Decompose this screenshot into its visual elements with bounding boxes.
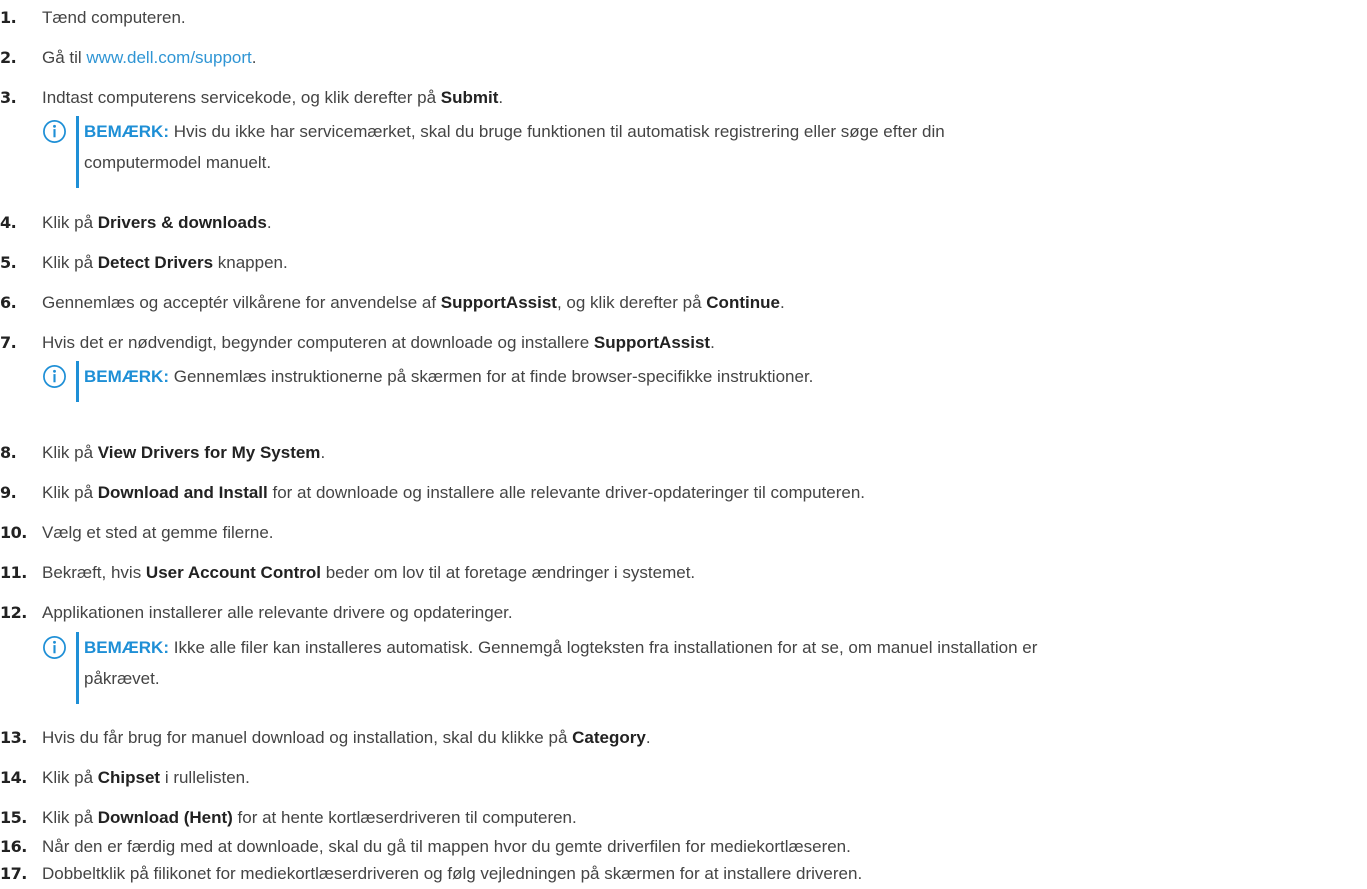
info-circle-icon xyxy=(43,120,66,143)
step-number: 12. xyxy=(0,603,27,622)
note-accent-bar xyxy=(76,632,79,704)
step-text: Klik på Detect Drivers knappen. xyxy=(42,253,288,272)
step-number: 15. xyxy=(0,808,27,827)
info-circle-icon xyxy=(43,365,66,388)
step-number: 3. xyxy=(0,88,17,107)
info-circle-icon xyxy=(43,636,66,659)
note-text: BEMÆRK: Hvis du ikke har servicemærket, … xyxy=(84,122,945,172)
step-number: 1. xyxy=(0,8,17,27)
step-text: Vælg et sted at gemme filerne. xyxy=(42,523,274,542)
step-number: 4. xyxy=(0,213,17,232)
support-link[interactable]: www.dell.com/support xyxy=(86,48,251,67)
note-label: BEMÆRK: xyxy=(84,638,169,657)
step-number: 7. xyxy=(0,333,17,352)
step-number: 6. xyxy=(0,293,17,312)
step-number: 11. xyxy=(0,563,27,582)
step-text: Hvis du får brug for manuel download og … xyxy=(42,728,651,747)
step-text: Gennemlæs og acceptér vilkårene for anve… xyxy=(42,293,785,312)
step-text: Tænd computeren. xyxy=(42,8,186,27)
step-text: Klik på Download (Hent) for at hente kor… xyxy=(42,808,577,827)
step-text: Bekræft, hvis User Account Control beder… xyxy=(42,563,696,582)
step-text: Applikationen installerer alle relevante… xyxy=(42,603,513,622)
step-number: 9. xyxy=(0,483,17,502)
note-label: BEMÆRK: xyxy=(84,122,169,141)
step-text: Klik på Drivers & downloads. xyxy=(42,213,272,232)
step-number: 16. xyxy=(0,837,27,856)
note-text: BEMÆRK: Ikke alle filer kan installeres … xyxy=(84,638,1038,688)
step-text: Hvis det er nødvendigt, begynder compute… xyxy=(42,333,715,352)
note-label: BEMÆRK: xyxy=(84,367,169,386)
step-text: Dobbeltklik på filikonet for mediekortlæ… xyxy=(42,864,863,883)
note-accent-bar xyxy=(76,361,79,402)
step-number: 17. xyxy=(0,864,27,883)
step-text: Indtast computerens servicekode, og klik… xyxy=(42,88,504,107)
step-text: Klik på Download and Install for at down… xyxy=(42,483,865,502)
step-text: Klik på View Drivers for My System. xyxy=(42,443,326,462)
step-number: 10. xyxy=(0,523,27,542)
note-text: BEMÆRK: Gennemlæs instruktionerne på skæ… xyxy=(84,367,814,386)
note-accent-bar xyxy=(76,116,79,188)
step-text: Klik på Chipset i rullelisten. xyxy=(42,768,250,787)
step-number: 14. xyxy=(0,768,27,787)
step-number: 13. xyxy=(0,728,27,747)
step-number: 5. xyxy=(0,253,17,272)
step-text: Gå til www.dell.com/support. xyxy=(42,48,257,67)
step-number: 2. xyxy=(0,48,17,67)
step-number: 8. xyxy=(0,443,17,462)
step-text: Når den er færdig med at downloade, skal… xyxy=(42,837,851,856)
